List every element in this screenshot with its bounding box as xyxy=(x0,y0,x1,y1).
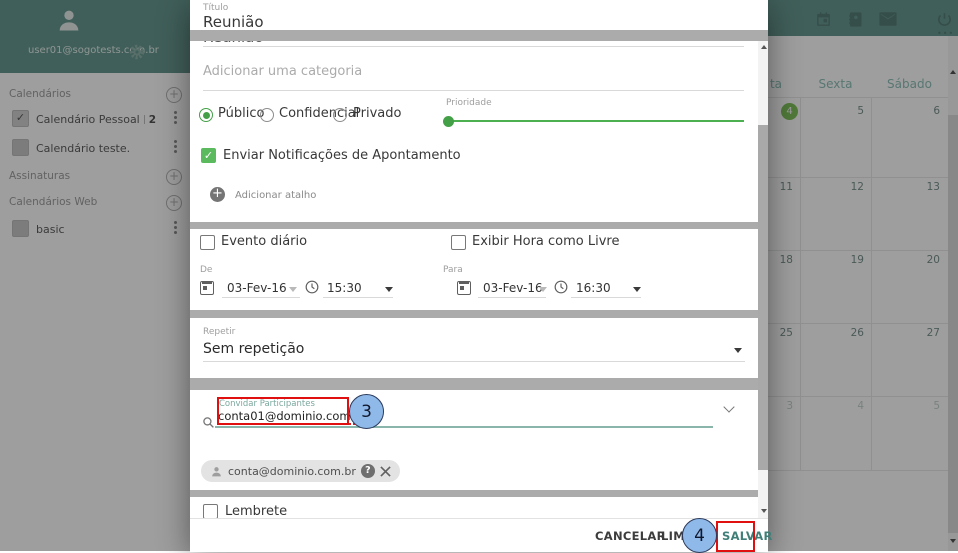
attendee-chip-label: conta@dominio.com.br xyxy=(228,465,356,478)
time-dropdown-icon[interactable] xyxy=(633,287,641,292)
all-day-checkbox[interactable] xyxy=(200,235,215,250)
scroll-up-icon[interactable] xyxy=(761,45,767,49)
attendees-underline xyxy=(215,426,713,428)
from-label: De xyxy=(200,265,212,275)
field-underline xyxy=(203,46,744,47)
clock-icon[interactable] xyxy=(305,280,319,294)
time-dropdown-icon[interactable] xyxy=(385,287,393,292)
reminder-checkbox[interactable] xyxy=(203,504,218,518)
to-time-value[interactable]: 16:30 xyxy=(576,281,611,295)
annotation-box-save xyxy=(716,521,755,552)
clock-icon[interactable] xyxy=(554,280,568,294)
repeat-select[interactable]: Sem repetição xyxy=(203,341,304,357)
chevron-down-icon[interactable] xyxy=(723,401,734,412)
field-underline xyxy=(203,90,744,91)
attendee-chip[interactable]: conta@dominio.com.br ? xyxy=(201,460,400,482)
date-picker-icon[interactable] xyxy=(457,281,471,295)
person-icon xyxy=(210,465,223,478)
reminder-label: Lembrete xyxy=(225,504,287,518)
all-day-label: Evento diário xyxy=(221,234,307,249)
radio-public-label: Público xyxy=(218,106,264,121)
priority-slider-thumb[interactable] xyxy=(443,116,454,127)
from-time-value[interactable]: 15:30 xyxy=(327,281,362,295)
clipped-title-text: Reunião xyxy=(203,41,758,44)
add-shortcut-label[interactable]: Adicionar atalho xyxy=(235,190,316,201)
show-free-label: Exibir Hora como Livre xyxy=(472,234,620,249)
repeat-section: Repetir Sem repetição xyxy=(190,318,758,378)
event-editor-dialog: Título Reunião Reunião Adicionar uma cat… xyxy=(190,0,768,551)
title-label: Título xyxy=(190,0,768,13)
date-dropdown-icon[interactable] xyxy=(289,287,297,292)
dialog-scrollbar-thumb[interactable] xyxy=(758,125,768,470)
title-value[interactable]: Reunião xyxy=(190,13,768,31)
notifications-label: Enviar Notificações de Apontamento xyxy=(223,148,461,163)
priority-label: Prioridade xyxy=(446,98,492,108)
add-shortcut-icon[interactable]: + xyxy=(210,187,225,202)
annotation-step-3: 3 xyxy=(349,394,384,429)
annotation-step-4: 4 xyxy=(682,518,717,553)
general-section: Reunião Adicionar uma categoria Público … xyxy=(190,41,758,222)
datetime-section: Evento diário Exibir Hora como Livre De … xyxy=(190,229,758,310)
cancel-button[interactable]: CANCELAR xyxy=(595,529,666,543)
radio-public[interactable] xyxy=(199,108,213,122)
scroll-down-icon[interactable] xyxy=(761,509,767,513)
from-date-value[interactable]: 03-Fev-16 xyxy=(227,281,287,295)
show-free-checkbox[interactable] xyxy=(451,235,466,250)
annotation-box-attendees xyxy=(217,397,349,425)
reminder-section: Lembrete xyxy=(190,497,758,518)
dialog-title-field[interactable]: Título Reunião xyxy=(190,0,768,30)
to-label: Para xyxy=(443,265,463,275)
date-dropdown-icon[interactable] xyxy=(539,287,547,292)
category-input[interactable]: Adicionar uma categoria xyxy=(203,64,362,79)
close-icon[interactable] xyxy=(380,466,391,477)
to-date-value[interactable]: 03-Fev-16 xyxy=(483,281,543,295)
help-icon[interactable]: ? xyxy=(361,464,375,478)
dialog-header-band xyxy=(190,30,768,41)
radio-private-label: Privado xyxy=(353,106,401,121)
radio-private[interactable] xyxy=(333,108,347,122)
notifications-checkbox[interactable]: ✓ xyxy=(201,148,216,163)
repeat-label: Repetir xyxy=(203,327,235,337)
dialog-scroll-area: Reunião Adicionar uma categoria Público … xyxy=(190,41,768,518)
radio-confidential[interactable] xyxy=(260,108,274,122)
date-picker-icon[interactable] xyxy=(200,281,214,295)
repeat-dropdown-icon[interactable] xyxy=(734,348,742,353)
priority-slider-track[interactable] xyxy=(448,120,744,122)
search-icon xyxy=(202,416,215,429)
radio-confidential-label: Confidencial xyxy=(279,106,359,121)
